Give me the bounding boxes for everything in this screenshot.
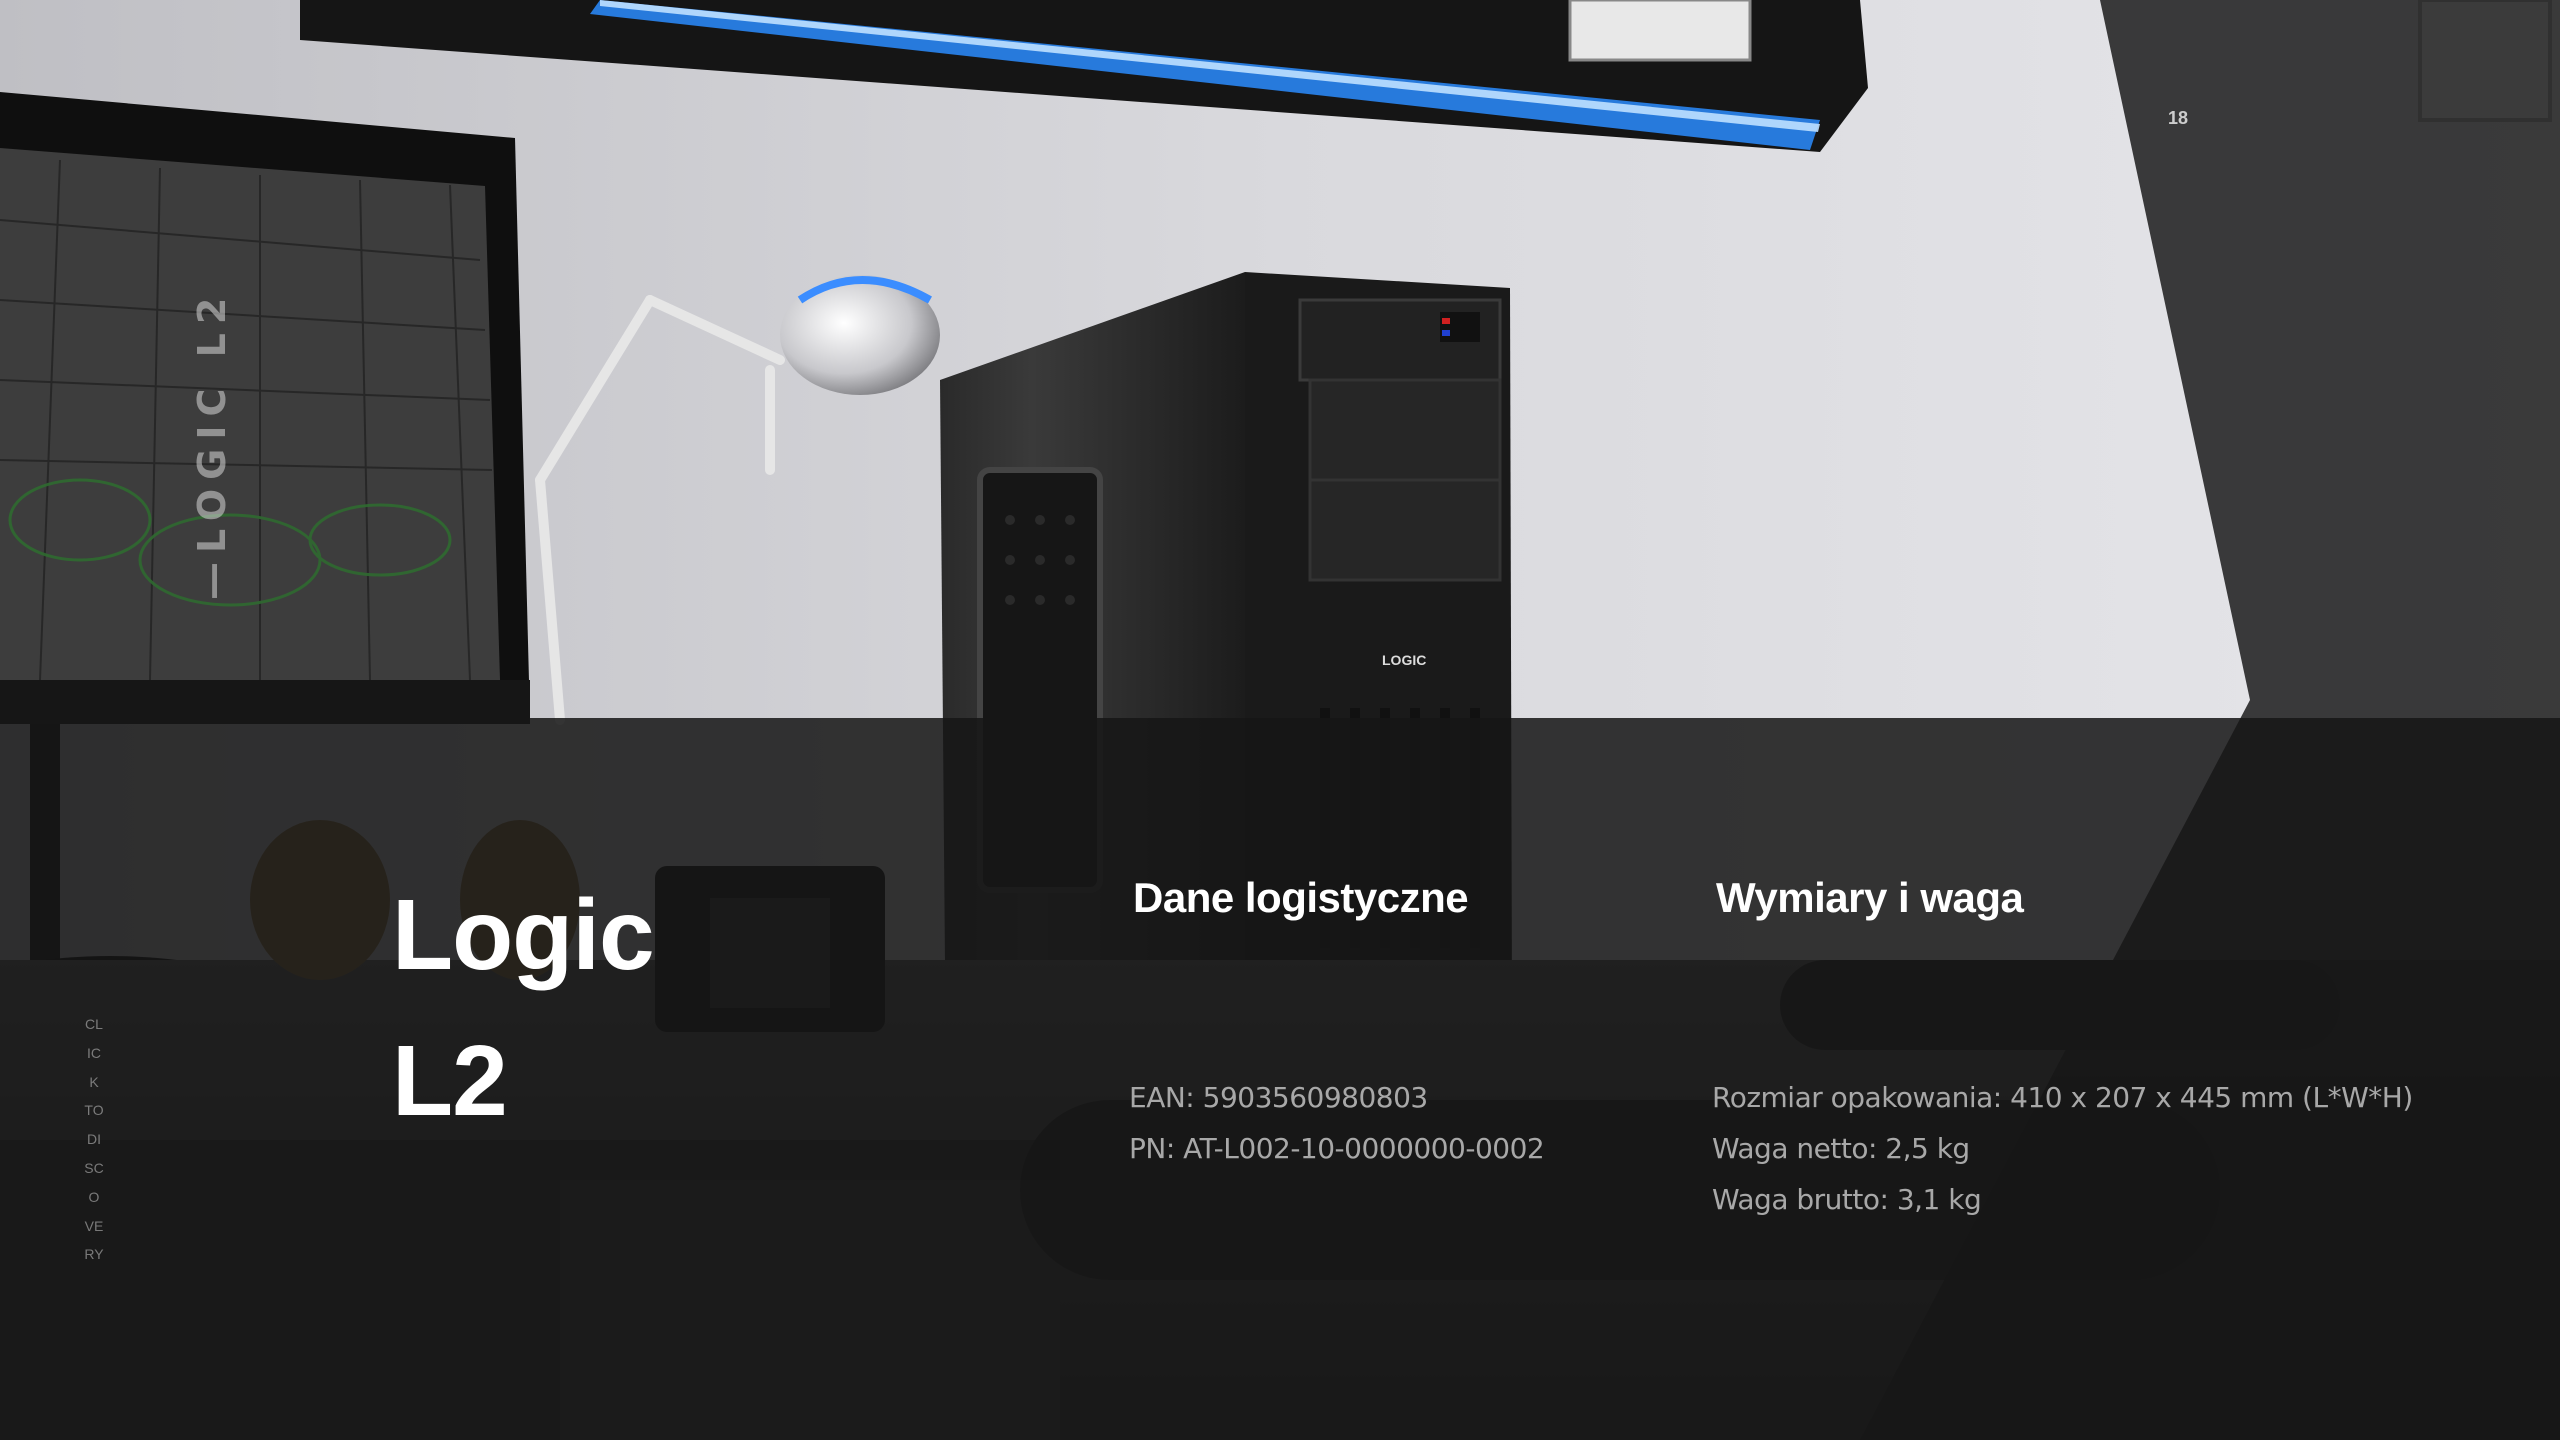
logistics-section: Dane logistyczne EAN: 5903560980803 PN: … [1129, 868, 1545, 1165]
dimensions-lines: Rozmiar opakowania: 410 x 207 x 445 mm (… [1712, 1072, 2413, 1225]
ean-line: EAN: 5903560980803 [1129, 1081, 1428, 1114]
pn-line: PN: AT-L002-10-0000000-0002 [1129, 1132, 1545, 1165]
dimensions-section: Wymiary i waga Rozmiar opakowania: 410 x… [1712, 868, 2413, 1216]
gross-weight-line: Waga brutto: 3,1 kg [1712, 1183, 1982, 1216]
logistics-heading: Dane logistyczne [1133, 874, 1469, 921]
page-number: 18 [2168, 108, 2189, 128]
case-logo: LOGIC [1382, 652, 1426, 668]
package-size-line: Rozmiar opakowania: 410 x 207 x 445 mm (… [1712, 1081, 2413, 1114]
dimensions-heading: Wymiary i waga [1716, 874, 2024, 921]
vertical-product-label: —LOGIC L2 [190, 288, 234, 600]
click-to-discovery-link[interactable]: CLICK TO DISCOVERY [84, 1010, 104, 1269]
net-weight-line: Waga netto: 2,5 kg [1712, 1132, 1970, 1165]
logistics-lines: EAN: 5903560980803 PN: AT-L002-10-000000… [1129, 1072, 1545, 1174]
product-title: Logic L2 [392, 879, 655, 1137]
slide: LOGIC 18 —LOGIC L2 CLICK TO DISCOVERY Lo… [0, 0, 2560, 1440]
